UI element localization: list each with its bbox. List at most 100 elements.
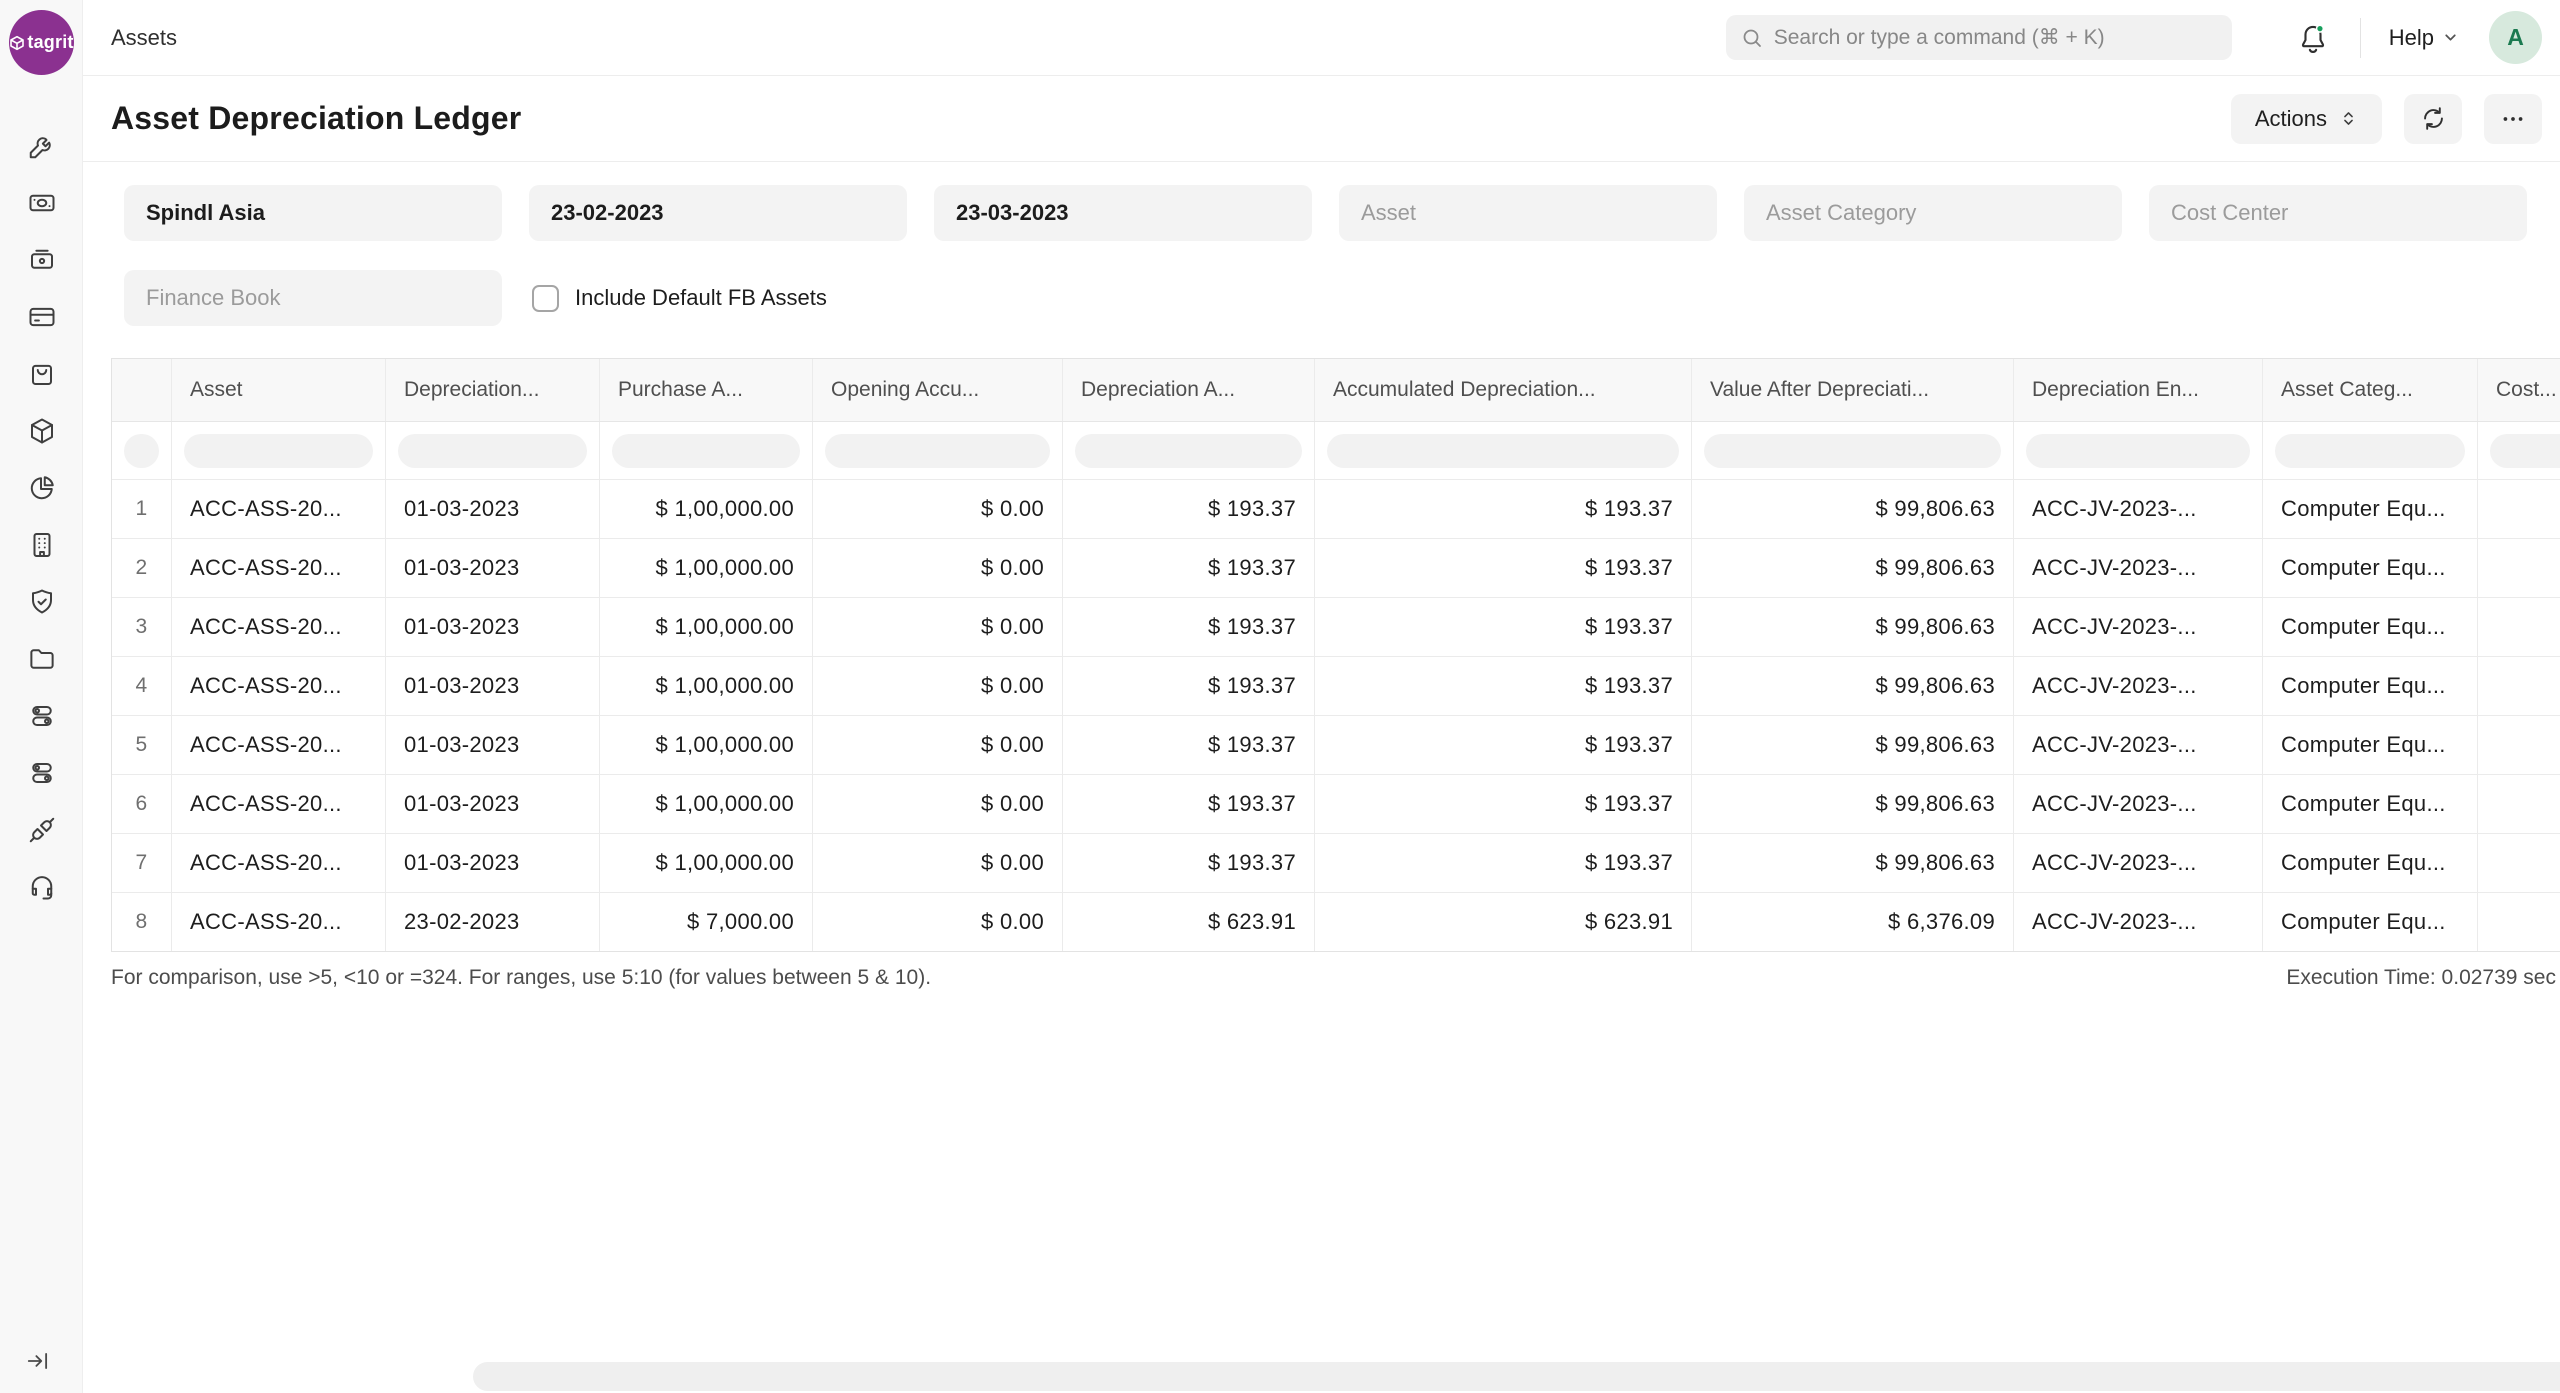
cell-opening_accumulated[interactable]: $ 0.00 xyxy=(813,657,1063,715)
table-row[interactable]: 7ACC-ASS-20...01-03-2023$ 1,00,000.00$ 0… xyxy=(112,833,2560,892)
cell-purchase_amount[interactable]: $ 1,00,000.00 xyxy=(600,716,813,774)
cell-opening_accumulated[interactable]: $ 0.00 xyxy=(813,893,1063,951)
global-search[interactable] xyxy=(1726,15,2232,60)
cell-value_after_depreciation[interactable]: $ 99,806.63 xyxy=(1692,834,2014,892)
cell-opening_accumulated[interactable]: $ 0.00 xyxy=(813,834,1063,892)
cell-asset_category[interactable]: Computer Equ... xyxy=(2263,893,2478,951)
table-row[interactable]: 8ACC-ASS-20...23-02-2023$ 7,000.00$ 0.00… xyxy=(112,892,2560,951)
row-number[interactable]: 1 xyxy=(112,480,172,538)
cell-cost_center[interactable] xyxy=(2478,657,2560,715)
building-icon[interactable] xyxy=(20,525,64,565)
cell-asset[interactable]: ACC-ASS-20... xyxy=(172,539,386,597)
column-filter-input[interactable] xyxy=(1075,434,1302,468)
column-header-asset[interactable]: Asset xyxy=(172,359,386,421)
row-number[interactable]: 4 xyxy=(112,657,172,715)
cell-opening_accumulated[interactable]: $ 0.00 xyxy=(813,598,1063,656)
from-date-filter[interactable] xyxy=(529,185,907,241)
row-number[interactable]: 7 xyxy=(112,834,172,892)
cell-depreciation_amount[interactable]: $ 193.37 xyxy=(1063,657,1315,715)
column-filter-input[interactable] xyxy=(184,434,373,468)
cell-asset_category[interactable]: Computer Equ... xyxy=(2263,539,2478,597)
cell-asset_category[interactable]: Computer Equ... xyxy=(2263,716,2478,774)
cost-center-filter[interactable] xyxy=(2149,185,2527,241)
cell-depreciation_date[interactable]: 01-03-2023 xyxy=(386,598,600,656)
table-row[interactable]: 4ACC-ASS-20...01-03-2023$ 1,00,000.00$ 0… xyxy=(112,656,2560,715)
column-filter-input[interactable] xyxy=(2275,434,2465,468)
headset-icon[interactable] xyxy=(20,867,64,907)
cell-purchase_amount[interactable]: $ 1,00,000.00 xyxy=(600,834,813,892)
wrench-icon[interactable] xyxy=(20,126,64,166)
help-menu[interactable]: Help xyxy=(2389,25,2459,51)
menu-button[interactable] xyxy=(2484,94,2542,144)
cell-depreciation_entry[interactable]: ACC-JV-2023-... xyxy=(2014,834,2263,892)
plug-icon[interactable] xyxy=(20,810,64,850)
cell-purchase_amount[interactable]: $ 1,00,000.00 xyxy=(600,480,813,538)
column-header-asset_category[interactable]: Asset Categ... xyxy=(2263,359,2478,421)
cell-accumulated_depreciation[interactable]: $ 193.37 xyxy=(1315,598,1692,656)
cell-accumulated_depreciation[interactable]: $ 193.37 xyxy=(1315,657,1692,715)
cell-purchase_amount[interactable]: $ 1,00,000.00 xyxy=(600,598,813,656)
column-header-depreciation_amount[interactable]: Depreciation A... xyxy=(1063,359,1315,421)
asset-category-filter[interactable] xyxy=(1744,185,2122,241)
cell-asset[interactable]: ACC-ASS-20... xyxy=(172,775,386,833)
cell-depreciation_amount[interactable]: $ 193.37 xyxy=(1063,539,1315,597)
column-filter-input[interactable] xyxy=(2490,434,2560,468)
cash-icon[interactable] xyxy=(20,183,64,223)
avatar[interactable]: A xyxy=(2489,11,2542,64)
cell-purchase_amount[interactable]: $ 1,00,000.00 xyxy=(600,775,813,833)
row-number[interactable]: 5 xyxy=(112,716,172,774)
cell-asset[interactable]: ACC-ASS-20... xyxy=(172,657,386,715)
cell-depreciation_date[interactable]: 01-03-2023 xyxy=(386,834,600,892)
folder-icon[interactable] xyxy=(20,639,64,679)
brand-logo[interactable]: tagrit xyxy=(9,10,74,75)
row-number[interactable]: 3 xyxy=(112,598,172,656)
cell-value_after_depreciation[interactable]: $ 6,376.09 xyxy=(1692,893,2014,951)
credit-card-icon[interactable] xyxy=(20,297,64,337)
cell-value_after_depreciation[interactable]: $ 99,806.63 xyxy=(1692,775,2014,833)
table-row[interactable]: 5ACC-ASS-20...01-03-2023$ 1,00,000.00$ 0… xyxy=(112,715,2560,774)
toggles-icon[interactable] xyxy=(20,753,64,793)
shield-check-icon[interactable] xyxy=(20,582,64,622)
column-header-depreciation_entry[interactable]: Depreciation En... xyxy=(2014,359,2263,421)
package-icon[interactable] xyxy=(20,411,64,451)
column-header-accumulated_depreciation[interactable]: Accumulated Depreciation... xyxy=(1315,359,1692,421)
column-filter-input[interactable] xyxy=(825,434,1050,468)
cell-purchase_amount[interactable]: $ 1,00,000.00 xyxy=(600,539,813,597)
toggles-icon[interactable] xyxy=(20,696,64,736)
cell-cost_center[interactable] xyxy=(2478,893,2560,951)
actions-button[interactable]: Actions xyxy=(2231,94,2382,144)
cell-value_after_depreciation[interactable]: $ 99,806.63 xyxy=(1692,657,2014,715)
column-filter-input[interactable] xyxy=(1327,434,1679,468)
cell-depreciation_amount[interactable]: $ 193.37 xyxy=(1063,716,1315,774)
row-number[interactable]: 2 xyxy=(112,539,172,597)
row-number[interactable]: 6 xyxy=(112,775,172,833)
cell-accumulated_depreciation[interactable]: $ 193.37 xyxy=(1315,539,1692,597)
cell-depreciation_entry[interactable]: ACC-JV-2023-... xyxy=(2014,480,2263,538)
table-row[interactable]: 2ACC-ASS-20...01-03-2023$ 1,00,000.00$ 0… xyxy=(112,538,2560,597)
horizontal-scrollbar-thumb[interactable] xyxy=(473,1362,2560,1391)
refresh-button[interactable] xyxy=(2404,94,2462,144)
table-row[interactable]: 1ACC-ASS-20...01-03-2023$ 1,00,000.00$ 0… xyxy=(112,479,2560,538)
cell-asset_category[interactable]: Computer Equ... xyxy=(2263,834,2478,892)
cell-asset[interactable]: ACC-ASS-20... xyxy=(172,716,386,774)
cell-depreciation_amount[interactable]: $ 193.37 xyxy=(1063,480,1315,538)
column-header-cost_center[interactable]: Cost... xyxy=(2478,359,2560,421)
cell-depreciation_entry[interactable]: ACC-JV-2023-... xyxy=(2014,893,2263,951)
shopping-bag-icon[interactable] xyxy=(20,354,64,394)
cell-depreciation_date[interactable]: 01-03-2023 xyxy=(386,775,600,833)
row-number[interactable]: 8 xyxy=(112,893,172,951)
cell-opening_accumulated[interactable]: $ 0.00 xyxy=(813,716,1063,774)
cell-depreciation_amount[interactable]: $ 193.37 xyxy=(1063,598,1315,656)
breadcrumb[interactable]: Assets xyxy=(111,25,177,51)
cell-asset[interactable]: ACC-ASS-20... xyxy=(172,598,386,656)
cell-cost_center[interactable] xyxy=(2478,834,2560,892)
cell-value_after_depreciation[interactable]: $ 99,806.63 xyxy=(1692,539,2014,597)
cell-asset_category[interactable]: Computer Equ... xyxy=(2263,598,2478,656)
cell-asset_category[interactable]: Computer Equ... xyxy=(2263,480,2478,538)
pie-chart-icon[interactable] xyxy=(20,468,64,508)
cell-asset_category[interactable]: Computer Equ... xyxy=(2263,657,2478,715)
column-header-opening_accumulated[interactable]: Opening Accu... xyxy=(813,359,1063,421)
column-filter-input[interactable] xyxy=(1704,434,2001,468)
column-filter-input[interactable] xyxy=(398,434,587,468)
column-filter-input[interactable] xyxy=(612,434,800,468)
